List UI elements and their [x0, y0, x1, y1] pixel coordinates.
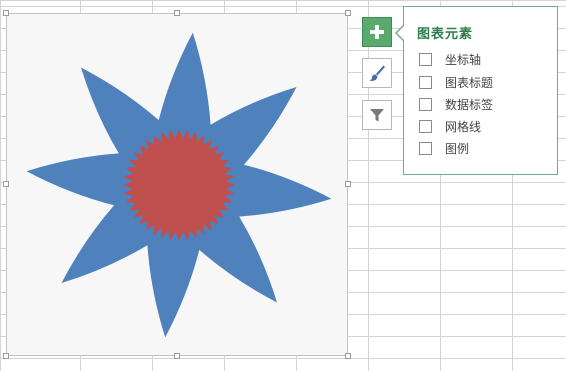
chart-elements-button[interactable] — [362, 17, 392, 47]
data-labels-label: 数据标签 — [445, 97, 494, 112]
panel-pointer-inner — [397, 26, 404, 40]
resize-handle-right[interactable] — [345, 181, 351, 187]
chart-area[interactable] — [6, 13, 348, 356]
resize-handle-bottom-right[interactable] — [345, 353, 351, 359]
paintbrush-icon — [369, 65, 385, 81]
resize-handle-bottom[interactable] — [174, 353, 180, 359]
option-data-labels[interactable]: 数据标签 — [419, 94, 493, 114]
chart-title-label: 图表标题 — [445, 75, 494, 90]
axes-checkbox[interactable] — [419, 52, 432, 66]
flower-chart — [26, 32, 332, 338]
resize-handle-top-left[interactable] — [3, 10, 9, 16]
resize-handle-bottom-left[interactable] — [3, 353, 9, 359]
legend-checkbox[interactable] — [419, 141, 432, 155]
resize-handle-left[interactable] — [3, 181, 9, 187]
chart-styles-button[interactable] — [362, 58, 392, 88]
plus-icon — [370, 25, 384, 39]
gridlines-checkbox[interactable] — [419, 119, 432, 133]
filter-icon — [370, 109, 384, 122]
data-labels-checkbox[interactable] — [419, 97, 432, 111]
legend-label: 图例 — [445, 141, 470, 156]
chart-title-checkbox[interactable] — [419, 75, 432, 89]
axes-label: 坐标轴 — [445, 52, 482, 67]
option-legend[interactable]: 图例 — [419, 138, 469, 158]
gridlines-label: 网格线 — [445, 119, 482, 134]
resize-handle-top[interactable] — [174, 10, 180, 16]
chart-elements-panel: 图表元素 坐标轴 图表标题 数据标签 网格线 图例 — [403, 6, 558, 175]
option-gridlines[interactable]: 网格线 — [419, 116, 481, 136]
panel-title: 图表元素 — [417, 27, 474, 42]
resize-handle-top-right[interactable] — [345, 10, 351, 16]
option-axes[interactable]: 坐标轴 — [419, 49, 481, 69]
flower-center — [123, 129, 235, 241]
chart-filters-button[interactable] — [362, 100, 392, 130]
option-chart-title[interactable]: 图表标题 — [419, 72, 493, 92]
